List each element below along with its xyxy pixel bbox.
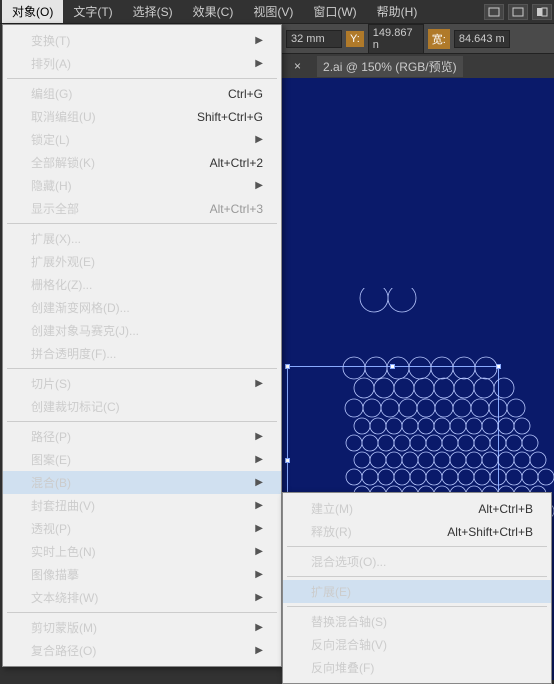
menu-item-图像描摹[interactable]: 图像描摹▶ xyxy=(3,563,281,586)
menu-item-排列a[interactable]: 排列(A)▶ xyxy=(3,52,281,75)
tab-1[interactable]: × xyxy=(288,57,307,75)
menu-item-切片s[interactable]: 切片(S)▶ xyxy=(3,372,281,395)
menu-item-扩展外观e: 扩展外观(E) xyxy=(3,250,281,273)
menu-item-隐藏h[interactable]: 隐藏(H)▶ xyxy=(3,174,281,197)
menu-item-显示全部: 显示全部Alt+Ctrl+3 xyxy=(3,197,281,220)
menu-item-编组g[interactable]: 编组(G)Ctrl+G xyxy=(3,82,281,105)
y-label: Y: xyxy=(346,31,364,47)
submenu-item-反向堆叠f[interactable]: 反向堆叠(F) xyxy=(283,656,551,679)
menu-item-全部解锁k[interactable]: 全部解锁(K)Alt+Ctrl+2 xyxy=(3,151,281,174)
object-menu-dropdown: 变换(T)▶排列(A)▶ 编组(G)Ctrl+G取消编组(U)Shift+Ctrl… xyxy=(2,24,282,667)
menu-bar: 对象(O) 文字(T) 选择(S) 效果(C) 视图(V) 窗口(W) 帮助(H… xyxy=(0,0,554,24)
menu-effect[interactable]: 效果(C) xyxy=(183,0,244,23)
menu-item-扩展x[interactable]: 扩展(X)... xyxy=(3,227,281,250)
blend-submenu: 建立(M)Alt+Ctrl+B释放(R)Alt+Shift+Ctrl+B 混合选项… xyxy=(282,492,552,684)
submenu-item-建立m[interactable]: 建立(M)Alt+Ctrl+B xyxy=(283,497,551,520)
menu-item-变换t[interactable]: 变换(T)▶ xyxy=(3,29,281,52)
menu-item-剪切蒙版m[interactable]: 剪切蒙版(M)▶ xyxy=(3,616,281,639)
tab-2[interactable]: 2.ai @ 150% (RGB/预览) xyxy=(317,56,463,77)
menu-item-实时上色n[interactable]: 实时上色(N)▶ xyxy=(3,540,281,563)
menu-select[interactable]: 选择(S) xyxy=(123,0,183,23)
sel-handle-nw[interactable] xyxy=(285,364,290,369)
tool-icon-2[interactable] xyxy=(508,4,528,20)
menu-item-创建裁切标记c[interactable]: 创建裁切标记(C) xyxy=(3,395,281,418)
menu-item-拼合透明度f[interactable]: 拼合透明度(F)... xyxy=(3,342,281,365)
menu-item-透视p[interactable]: 透视(P)▶ xyxy=(3,517,281,540)
menu-item-创建对象马赛克j: 创建对象马赛克(J)... xyxy=(3,319,281,342)
menu-window[interactable]: 窗口(W) xyxy=(303,0,366,23)
menu-item-复合路径o[interactable]: 复合路径(O)▶ xyxy=(3,639,281,662)
submenu-item-扩展e[interactable]: 扩展(E) xyxy=(283,580,551,603)
w-value[interactable]: 84.643 m xyxy=(454,30,510,48)
submenu-item-释放r[interactable]: 释放(R)Alt+Shift+Ctrl+B xyxy=(283,520,551,543)
menu-item-混合b[interactable]: 混合(B)▶ xyxy=(3,471,281,494)
menu-item-封套扭曲v[interactable]: 封套扭曲(V)▶ xyxy=(3,494,281,517)
menu-item-栅格化z[interactable]: 栅格化(Z)... xyxy=(3,273,281,296)
tool-icon-1[interactable] xyxy=(484,4,504,20)
y-value[interactable]: 149.867 n xyxy=(368,24,424,54)
submenu-item-反向混合轴v[interactable]: 反向混合轴(V) xyxy=(283,633,551,656)
x-value[interactable]: 32 mm xyxy=(286,30,342,48)
options-bar: 32 mm Y: 149.867 n 宽: 84.643 m xyxy=(282,24,554,54)
tab-2-label: 2.ai @ 150% (RGB/预览) xyxy=(323,58,457,75)
menu-view[interactable]: 视图(V) xyxy=(243,0,303,23)
tab-1-close[interactable]: × xyxy=(294,59,301,73)
tool-icon-3[interactable] xyxy=(532,4,552,20)
menu-help[interactable]: 帮助(H) xyxy=(367,0,428,23)
w-label: 宽: xyxy=(428,29,450,49)
submenu-item-替换混合轴s: 替换混合轴(S) xyxy=(283,610,551,633)
menu-item-取消编组u[interactable]: 取消编组(U)Shift+Ctrl+G xyxy=(3,105,281,128)
sel-handle-w[interactable] xyxy=(285,458,290,463)
menu-item-图案e[interactable]: 图案(E)▶ xyxy=(3,448,281,471)
menu-item-文本绕排w[interactable]: 文本绕排(W)▶ xyxy=(3,586,281,609)
submenu-item-混合选项o[interactable]: 混合选项(O)... xyxy=(283,550,551,573)
menu-type[interactable]: 文字(T) xyxy=(63,0,122,23)
toolbar-right xyxy=(484,4,552,20)
menu-item-锁定l[interactable]: 锁定(L)▶ xyxy=(3,128,281,151)
menu-item-路径p[interactable]: 路径(P)▶ xyxy=(3,425,281,448)
menu-item-创建渐变网格d: 创建渐变网格(D)... xyxy=(3,296,281,319)
document-tabs: × 2.ai @ 150% (RGB/预览) xyxy=(282,54,554,78)
menu-object[interactable]: 对象(O) xyxy=(2,0,63,23)
